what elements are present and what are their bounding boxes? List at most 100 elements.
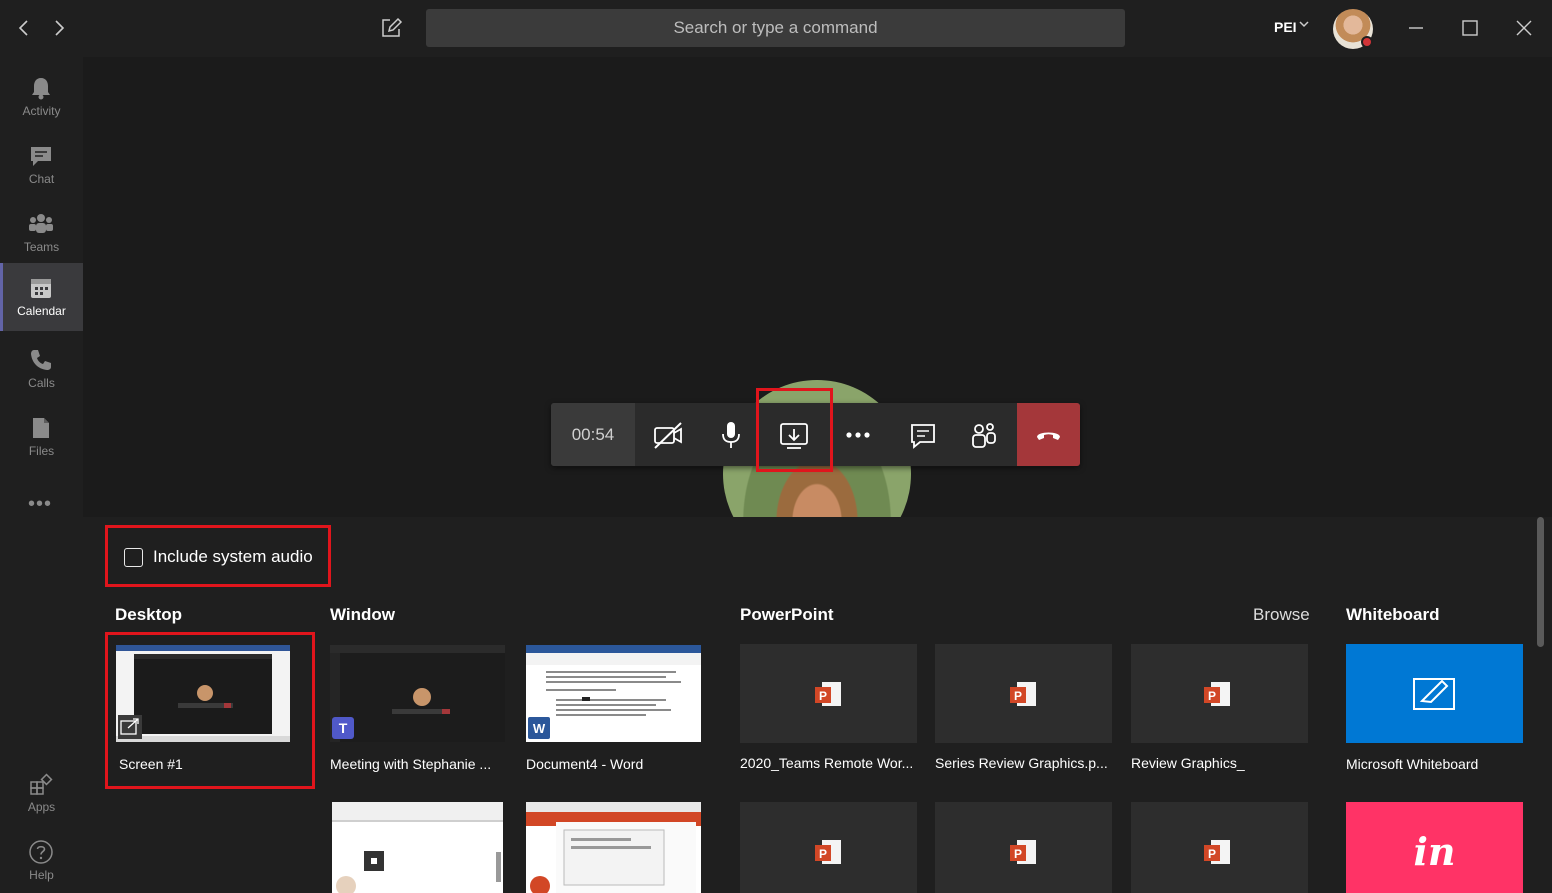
maximize-button[interactable] — [1456, 14, 1484, 42]
rail-label: Apps — [27, 800, 56, 814]
rail-item-calls[interactable]: Calls — [0, 335, 83, 403]
svg-text:T: T — [339, 720, 348, 736]
browse-link[interactable]: Browse — [1253, 605, 1310, 625]
ppt-label-2: Series Review Graphics.p... — [935, 755, 1108, 771]
powerpoint-icon: P — [1204, 840, 1230, 864]
hang-up-icon — [1037, 432, 1060, 440]
bell-icon — [32, 78, 50, 100]
rail-label: Help — [29, 868, 54, 882]
window-thumbnail-meeting[interactable]: T — [330, 645, 505, 742]
invision-whiteboard-tile[interactable]: in — [1346, 802, 1523, 893]
share-button-highlight — [756, 388, 833, 472]
window-preview: W — [526, 645, 701, 739]
microphone-icon — [722, 422, 740, 448]
new-chat-button[interactable] — [377, 14, 405, 42]
more-icon — [846, 432, 870, 438]
maximize-icon — [1462, 20, 1478, 36]
camera-toggle-button[interactable] — [651, 418, 685, 452]
back-button[interactable] — [10, 14, 38, 42]
rail-label: Files — [28, 444, 55, 458]
rail-label: Teams — [23, 240, 60, 254]
teams-icon — [29, 214, 53, 233]
svg-text:P: P — [819, 689, 827, 703]
whiteboard-label: Microsoft Whiteboard — [1346, 756, 1479, 772]
svg-text:P: P — [1208, 689, 1216, 703]
show-conversation-button[interactable] — [906, 418, 940, 452]
rail-item-activity[interactable]: Activity — [0, 63, 83, 131]
minimize-icon — [1409, 27, 1423, 29]
tenant-switcher[interactable]: PEI — [1274, 19, 1297, 35]
whiteboard-tile[interactable] — [1346, 644, 1523, 743]
window-thumbnail-paint[interactable] — [332, 802, 503, 893]
rail-item-chat[interactable]: Chat — [0, 131, 83, 199]
include-audio-label[interactable]: Include system audio — [153, 547, 313, 567]
rail-label: Calls — [28, 376, 55, 390]
svg-text:P: P — [1208, 847, 1216, 861]
show-participants-button[interactable] — [967, 418, 1001, 452]
window-preview — [332, 802, 503, 893]
desktop-selection-highlight — [105, 632, 315, 789]
ppt-tile-3[interactable]: P — [1131, 644, 1308, 743]
ppt-tile-2[interactable]: P — [935, 644, 1112, 743]
svg-text:P: P — [819, 847, 827, 861]
svg-text:W: W — [533, 721, 546, 736]
apps-icon — [30, 773, 53, 795]
title-bar: Search or type a command PEI — [0, 0, 1552, 57]
phone-icon — [31, 350, 51, 370]
chat-icon — [31, 147, 51, 166]
desktop-heading: Desktop — [115, 605, 183, 624]
window-label-word: Document4 - Word — [526, 756, 644, 772]
compose-icon — [382, 17, 403, 37]
rail-item-files[interactable]: Files — [0, 403, 83, 471]
hang-up-button[interactable] — [1017, 403, 1080, 466]
more-apps-icon[interactable]: ••• — [28, 493, 52, 516]
ppt-tile-6[interactable]: P — [1131, 802, 1308, 893]
powerpoint-heading: PowerPoint — [740, 605, 834, 624]
ppt-tile-4[interactable]: P — [740, 802, 917, 893]
rail-item-help[interactable]: Help — [0, 827, 83, 893]
help-icon — [29, 840, 53, 864]
minimize-button[interactable] — [1402, 14, 1430, 42]
presence-badge — [1361, 36, 1373, 48]
forward-button[interactable] — [45, 14, 73, 42]
more-actions-button[interactable] — [841, 418, 875, 452]
chat-icon — [911, 424, 935, 449]
ppt-tile-1[interactable]: P — [740, 644, 917, 743]
window-thumbnail-browser[interactable] — [526, 802, 701, 893]
mic-toggle-button[interactable] — [714, 418, 748, 452]
window-heading: Window — [330, 605, 395, 624]
powerpoint-icon: P — [1010, 682, 1036, 706]
app-rail: Activity Chat Teams Calendar Calls Files… — [0, 57, 83, 893]
powerpoint-icon: P — [1010, 840, 1036, 864]
ppt-tile-5[interactable]: P — [935, 802, 1112, 893]
rail-item-apps[interactable]: Apps — [0, 759, 83, 827]
svg-text:P: P — [1014, 847, 1022, 861]
close-button[interactable] — [1510, 14, 1538, 42]
whiteboard-icon — [1413, 678, 1455, 710]
search-input[interactable]: Search or type a command — [426, 9, 1125, 47]
window-label-meeting: Meeting with Stephanie ... — [330, 756, 492, 772]
ppt-label-3: Review Graphics_ — [1131, 755, 1245, 771]
scrollbar[interactable] — [1537, 517, 1544, 647]
teams-app: Search or type a command PEI Activity Ch… — [0, 0, 1552, 893]
chevron-down-icon[interactable] — [1298, 18, 1310, 33]
rail-label: Chat — [28, 172, 55, 186]
whiteboard-heading: Whiteboard — [1346, 605, 1440, 624]
call-timer: 00:54 — [551, 403, 635, 466]
file-icon — [33, 418, 49, 438]
chevron-left-icon — [18, 20, 28, 36]
calendar-icon — [31, 279, 51, 298]
chevron-right-icon — [55, 20, 65, 36]
camera-off-icon — [654, 422, 682, 449]
powerpoint-icon: P — [815, 682, 841, 706]
powerpoint-icon: P — [1204, 682, 1230, 706]
ppt-label-1: 2020_Teams Remote Wor... — [740, 755, 914, 771]
rail-item-calendar[interactable]: Calendar — [0, 263, 83, 331]
window-thumbnail-word[interactable]: W — [526, 645, 701, 742]
participants-icon — [972, 423, 996, 448]
rail-label: Activity — [22, 104, 61, 118]
window-preview — [526, 802, 701, 893]
rail-item-teams[interactable]: Teams — [0, 199, 83, 267]
powerpoint-icon: P — [815, 840, 841, 864]
include-audio-checkbox[interactable] — [124, 548, 143, 567]
